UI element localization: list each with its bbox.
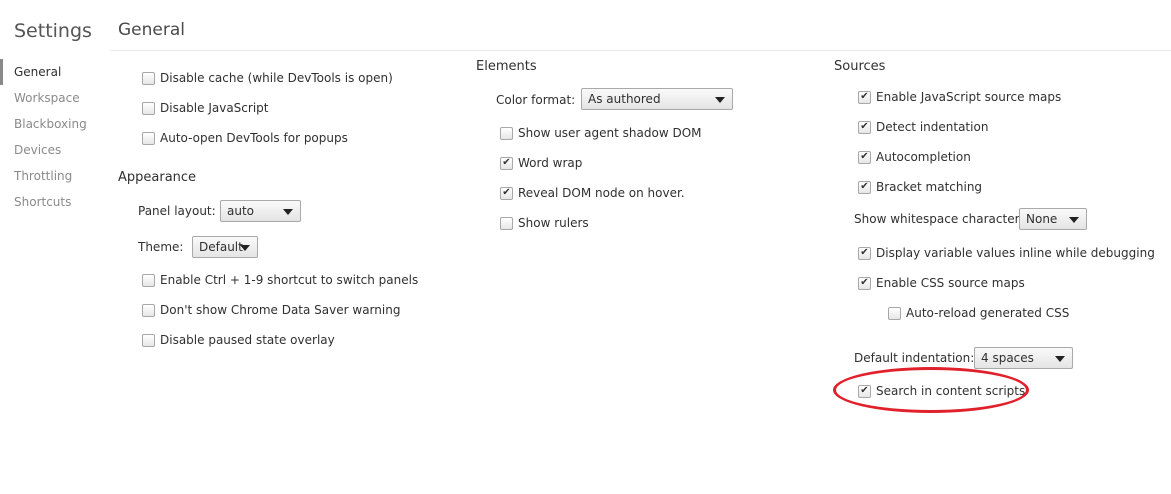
chevron-down-icon [715, 97, 725, 103]
search-content-scripts-checkbox[interactable]: ✔ [858, 384, 871, 398]
color-format-label: Color format: [496, 93, 576, 107]
ctrl-shortcut-checkbox[interactable] [142, 273, 155, 287]
autocompletion-label: Autocompletion [876, 150, 971, 164]
title-divider [110, 50, 1171, 51]
paused-overlay-label: Disable paused state overlay [160, 333, 335, 347]
word-wrap-label: Word wrap [518, 156, 583, 170]
auto-open-devtools-checkbox[interactable] [142, 131, 155, 145]
sources-heading: Sources [834, 59, 886, 74]
color-format-select[interactable]: As authored [581, 88, 733, 110]
search-content-scripts-label: Search in content scripts [876, 384, 1026, 398]
bracket-matching-option[interactable]: ✔ Bracket matching [858, 178, 982, 196]
css-source-maps-label: Enable CSS source maps [876, 276, 1025, 290]
disable-javascript-label: Disable JavaScript [160, 101, 269, 115]
sidebar-item-shortcuts[interactable]: Shortcuts [14, 194, 71, 210]
paused-overlay-checkbox[interactable] [142, 333, 155, 347]
elements-heading: Elements [476, 59, 537, 74]
detect-indentation-label: Detect indentation [876, 120, 989, 134]
selected-nav-indicator [0, 59, 3, 85]
disable-cache-label: Disable cache (while DevTools is open) [160, 71, 393, 85]
js-source-maps-option[interactable]: ✔ Enable JavaScript source maps [858, 88, 1061, 106]
css-source-maps-option[interactable]: ✔ Enable CSS source maps [858, 274, 1025, 292]
inline-values-label: Display variable values inline while deb… [876, 246, 1155, 260]
chevron-down-icon [1055, 356, 1065, 362]
bracket-matching-checkbox[interactable]: ✔ [858, 180, 871, 194]
detect-indentation-option[interactable]: ✔ Detect indentation [858, 118, 988, 136]
whitespace-value: None [1026, 212, 1058, 226]
sidebar-item-blackboxing[interactable]: Blackboxing [14, 116, 87, 132]
default-indentation-label: Default indentation: [854, 351, 975, 365]
default-indentation-value: 4 spaces [981, 351, 1034, 365]
color-format-value: As authored [588, 92, 661, 106]
whitespace-select[interactable]: None [1019, 208, 1087, 230]
reveal-dom-checkbox[interactable]: ✔ [500, 186, 513, 200]
shadow-dom-option[interactable]: Show user agent shadow DOM [500, 124, 702, 142]
bracket-matching-label: Bracket matching [876, 180, 983, 194]
panel-layout-select[interactable]: auto [220, 200, 301, 222]
shadow-dom-checkbox[interactable] [500, 126, 513, 140]
show-rulers-checkbox[interactable] [500, 216, 513, 230]
sidebar-item-devices[interactable]: Devices [14, 142, 61, 158]
auto-open-devtools-option[interactable]: Auto-open DevTools for popups [142, 129, 348, 147]
chevron-down-icon [283, 209, 293, 215]
appearance-heading: Appearance [118, 170, 197, 185]
show-rulers-label: Show rulers [518, 216, 589, 230]
page-title: General [118, 20, 185, 40]
disable-cache-option[interactable]: Disable cache (while DevTools is open) [142, 69, 393, 87]
auto-open-devtools-label: Auto-open DevTools for popups [160, 131, 348, 145]
css-source-maps-checkbox[interactable]: ✔ [858, 276, 871, 290]
inline-values-option[interactable]: ✔ Display variable values inline while d… [858, 244, 1155, 262]
sidebar-item-general[interactable]: General [14, 64, 61, 80]
word-wrap-option[interactable]: ✔ Word wrap [500, 154, 582, 172]
theme-label: Theme: [138, 240, 184, 254]
panel-layout-value: auto [227, 204, 255, 218]
theme-value: Default [199, 240, 243, 254]
word-wrap-checkbox[interactable]: ✔ [500, 156, 513, 170]
autocompletion-checkbox[interactable]: ✔ [858, 150, 871, 164]
sidebar-item-workspace[interactable]: Workspace [14, 90, 80, 106]
ctrl-shortcut-label: Enable Ctrl + 1-9 shortcut to switch pan… [160, 273, 419, 287]
auto-reload-css-option[interactable]: Auto-reload generated CSS [888, 304, 1069, 322]
whitespace-label: Show whitespace characters: [854, 212, 1030, 226]
js-source-maps-label: Enable JavaScript source maps [876, 90, 1062, 104]
inline-values-checkbox[interactable]: ✔ [858, 246, 871, 260]
data-saver-warning-checkbox[interactable] [142, 303, 155, 317]
disable-javascript-option[interactable]: Disable JavaScript [142, 99, 268, 117]
settings-title: Settings [14, 20, 92, 42]
disable-javascript-checkbox[interactable] [142, 101, 155, 115]
paused-overlay-option[interactable]: Disable paused state overlay [142, 331, 335, 349]
show-rulers-option[interactable]: Show rulers [500, 214, 589, 232]
theme-select[interactable]: Default [192, 236, 258, 258]
sidebar-item-throttling[interactable]: Throttling [14, 168, 72, 184]
reveal-dom-label: Reveal DOM node on hover. [518, 186, 685, 200]
auto-reload-css-label: Auto-reload generated CSS [906, 306, 1070, 320]
js-source-maps-checkbox[interactable]: ✔ [858, 90, 871, 104]
disable-cache-checkbox[interactable] [142, 71, 155, 85]
panel-layout-label: Panel layout: [138, 204, 216, 218]
chevron-down-icon [240, 245, 250, 251]
auto-reload-css-checkbox[interactable] [888, 306, 901, 320]
autocompletion-option[interactable]: ✔ Autocompletion [858, 148, 971, 166]
reveal-dom-option[interactable]: ✔ Reveal DOM node on hover. [500, 184, 685, 202]
ctrl-shortcut-option[interactable]: Enable Ctrl + 1-9 shortcut to switch pan… [142, 271, 418, 289]
search-content-scripts-option[interactable]: ✔ Search in content scripts [858, 382, 1025, 400]
data-saver-warning-label: Don't show Chrome Data Saver warning [160, 303, 401, 317]
detect-indentation-checkbox[interactable]: ✔ [858, 120, 871, 134]
chevron-down-icon [1069, 217, 1079, 223]
data-saver-warning-option[interactable]: Don't show Chrome Data Saver warning [142, 301, 400, 319]
default-indentation-select[interactable]: 4 spaces [974, 347, 1073, 369]
shadow-dom-label: Show user agent shadow DOM [518, 126, 702, 140]
